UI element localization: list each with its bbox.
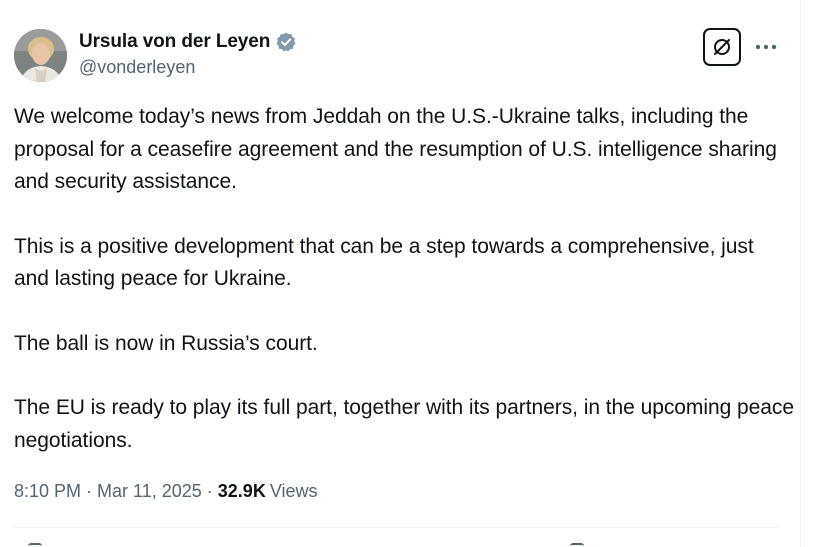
share-icon[interactable] [570, 543, 584, 547]
display-name[interactable]: Ursula von der Leyen [79, 31, 270, 53]
grok-icon [714, 39, 730, 55]
author-handle[interactable]: @vonderleyen [79, 57, 195, 78]
verified-badge-icon[interactable] [275, 31, 297, 53]
author-name-row[interactable]: Ursula von der Leyen [79, 30, 297, 54]
meta-separator: · [86, 481, 93, 501]
views-count[interactable]: 32.9K [218, 481, 266, 502]
divider [14, 527, 778, 528]
avatar[interactable] [14, 29, 67, 82]
tweet-paragraph: The EU is ready to play its full part, t… [14, 396, 794, 452]
meta-separator: · [206, 481, 213, 501]
tweet-paragraph: We welcome today’s news from Jeddah on t… [14, 105, 777, 193]
more-dots-icon [755, 44, 777, 50]
reply-icon[interactable] [28, 543, 42, 547]
tweet-time[interactable]: 8:10 PM [14, 481, 81, 502]
views-label[interactable]: Views [270, 481, 318, 502]
avatar-image [14, 29, 67, 82]
tweet-paragraph: This is a positive development that can … [14, 234, 754, 291]
grok-button[interactable] [703, 28, 741, 66]
more-options-button[interactable] [753, 35, 779, 59]
column-border [800, 0, 801, 547]
tweet-text: We welcome today’s news from Jeddah on t… [14, 101, 794, 457]
tweet-paragraph: The ball is now in Russia’s court. [14, 331, 318, 355]
tweet-date[interactable]: Mar 11, 2025 [97, 481, 202, 502]
tweet-meta: 8:10 PM · Mar 11, 2025 · 32.9K Views [14, 481, 318, 502]
